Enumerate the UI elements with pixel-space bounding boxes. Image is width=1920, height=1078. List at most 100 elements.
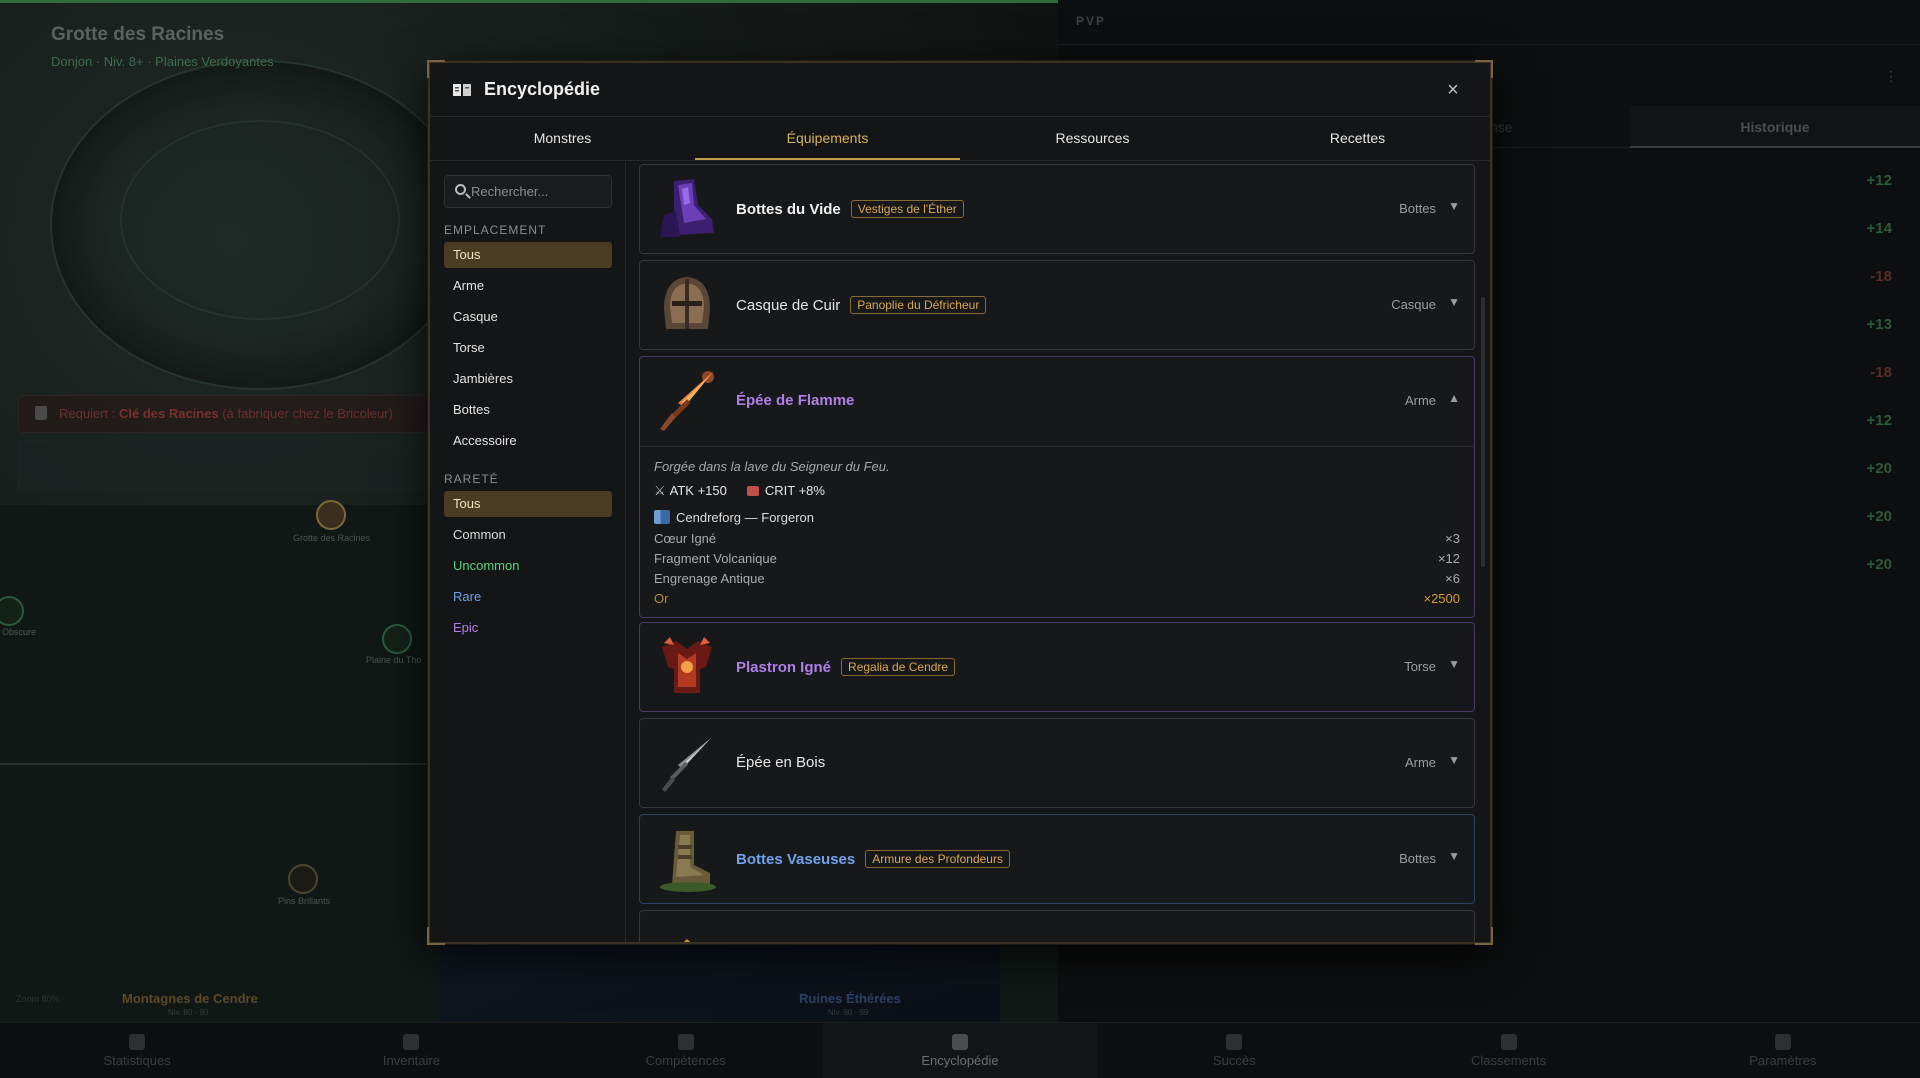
tab-monstres[interactable]: Monstres — [430, 117, 695, 160]
item-name-text: Bottes Vaseuses — [736, 851, 856, 868]
item-card-casque-de-cuir[interactable]: Casque de Cuir Panoplie du Défricheur Cas… — [639, 260, 1475, 350]
rating-change: +14 — [1866, 220, 1892, 237]
filter-rarity-epic[interactable]: Epic — [444, 615, 612, 641]
ranking-icon — [1500, 1033, 1517, 1050]
rating-change: +12 — [1866, 172, 1892, 189]
set-badge: Vestiges de l'Éther — [850, 200, 964, 218]
filter-slot-bottes[interactable]: Bottes — [444, 397, 612, 423]
book-icon — [453, 84, 471, 96]
item-card-header[interactable]: Épée de Flamme Arme ▲ — [640, 357, 1474, 447]
close-icon[interactable]: × — [1438, 75, 1468, 105]
tab-partial[interactable]: nse — [1490, 106, 1513, 148]
location-subtitle: Donjon · Niv. 8+ · Plaines Verdoyantes — [51, 54, 274, 69]
filter-slot-torse[interactable]: Torse — [444, 335, 612, 361]
requirement-suffix: (à fabriquer chez le Bricoleur) — [218, 406, 393, 421]
item-name: Bottes Vaseuses Armure des Profondeurs — [736, 850, 1010, 868]
nav-encyclopedie[interactable]: Encyclopédie — [822, 1023, 1098, 1078]
filter-rarity-rare[interactable]: Rare — [444, 584, 612, 610]
filter-rarity-tous[interactable]: Tous — [444, 491, 612, 517]
leather-helmet-icon — [664, 277, 710, 329]
modal-title: Encyclopédie — [484, 79, 601, 99]
nav-inventaire[interactable]: Inventaire — [274, 1023, 548, 1078]
encyclopedia-modal: Encyclopédie × Monstres Équipements Ress… — [427, 60, 1493, 945]
nav-classements[interactable]: Classements — [1371, 1023, 1645, 1078]
set-badge: Armure des Profondeurs — [865, 850, 1010, 868]
filter-slot-casque[interactable]: Casque — [444, 304, 612, 330]
stats-icon — [129, 1033, 146, 1050]
rating-change: +12 — [1866, 412, 1892, 429]
zone-name-montagnes: Montagnes de Cendre — [122, 991, 258, 1006]
chevron-up-icon[interactable]: ▲ — [1448, 391, 1460, 405]
chevron-down-icon[interactable]: ▼ — [1448, 657, 1460, 671]
map-node-grotte[interactable] — [316, 500, 346, 530]
filter-slot-jambieres[interactable]: Jambières — [444, 366, 612, 392]
filter-slot-tous[interactable]: Tous — [444, 242, 612, 268]
tab-recettes[interactable]: Recettes — [1225, 117, 1490, 160]
zone-sub-montagnes: Niv. 80 - 90 — [168, 1008, 209, 1017]
nav-label: Statistiques — [103, 1052, 171, 1068]
map-label-obscure: Obscure — [2, 627, 37, 637]
material-qty: ×3 — [1445, 531, 1460, 546]
material-row-gold: Or ×2500 — [654, 591, 1460, 606]
filter-slot-arme[interactable]: Arme — [444, 273, 612, 299]
stat-attack: ⚔ ATK +150 — [654, 483, 727, 499]
chevron-down-icon[interactable]: ▼ — [1448, 199, 1460, 213]
tab-equipements[interactable]: Équipements — [695, 117, 960, 160]
item-card-epee-en-bois[interactable]: Épée en Bois Arme ▼ — [639, 718, 1475, 808]
location-title: Grotte des Racines — [51, 24, 225, 45]
nav-succes[interactable]: Succès — [1097, 1023, 1371, 1078]
swords-icon: ⚔ — [654, 483, 666, 498]
map-node-plaine[interactable] — [382, 624, 412, 654]
zoom-level: Zoom 80% — [16, 994, 60, 1004]
filter-slot-accessoire[interactable]: Accessoire — [444, 428, 612, 454]
item-name: Bottes du Vide Vestiges de l'Éther — [736, 200, 964, 218]
crit-icon — [746, 486, 759, 496]
item-name: Épée de Flamme — [736, 392, 855, 409]
map-label-plaine: Plaine du Tho — [366, 655, 422, 665]
nav-label: Paramètres — [1749, 1052, 1817, 1068]
crafting-station: Cendreforg — Forgeron — [654, 510, 814, 525]
chevron-down-icon[interactable]: ▼ — [1448, 753, 1460, 767]
map-node-pins[interactable] — [288, 864, 318, 894]
trophy-icon — [1226, 1033, 1243, 1050]
nav-statistiques[interactable]: Statistiques — [0, 1023, 274, 1078]
item-card-partial[interactable] — [639, 910, 1475, 942]
gear-icon — [1774, 1033, 1791, 1050]
item-name: Casque de Cuir Panoplie du Défricheur — [736, 296, 987, 314]
search-box — [444, 175, 612, 208]
muddy-boots-icon — [660, 831, 716, 892]
filter-rarity-uncommon[interactable]: Uncommon — [444, 553, 612, 579]
map-label-pins: Pins Brillants — [278, 896, 331, 906]
search-input[interactable] — [471, 176, 611, 207]
list-scrollbar[interactable] — [1481, 297, 1485, 567]
requirement-prefix: Requiert : — [59, 406, 119, 421]
filter-sidebar: EMPLACEMENT Tous Arme Casque Torse Jambi… — [430, 162, 626, 942]
tab-historique[interactable]: Historique — [1630, 106, 1920, 148]
set-badge: Regalia de Cendre — [841, 658, 956, 676]
material-name: Or — [654, 591, 669, 606]
more-icon[interactable]: ⋮ — [1884, 68, 1898, 85]
nav-parametres[interactable]: Paramètres — [1646, 1023, 1920, 1078]
zone-sub-ruines: Niv. 90 - 99 — [828, 1008, 869, 1017]
zone-name-ruines: Ruines Éthérées — [799, 991, 901, 1006]
material-name: Fragment Volcanique — [654, 551, 777, 566]
rating-change: -18 — [1870, 364, 1892, 381]
item-type: Arme — [1404, 393, 1436, 408]
item-card-plastron-igne[interactable]: Plastron Igné Regalia de Cendre Torse ▼ — [639, 622, 1475, 712]
skill-icon — [677, 1033, 694, 1050]
encyclopedia-tabs: Monstres Équipements Ressources Recettes — [430, 117, 1490, 161]
filter-rarity-common[interactable]: Common — [444, 522, 612, 548]
tab-ressources[interactable]: Ressources — [960, 117, 1225, 160]
item-type: Casque — [1391, 297, 1436, 312]
nav-label: Succès — [1212, 1052, 1256, 1068]
rating-change: +20 — [1866, 556, 1892, 573]
nav-competences[interactable]: Compétences — [549, 1023, 823, 1078]
flame-sword-icon — [660, 371, 714, 431]
material-name: Engrenage Antique — [654, 571, 765, 586]
item-card-bottes-du-vide[interactable]: Bottes du Vide Vestiges de l'Éther Bottes… — [639, 164, 1475, 254]
equipment-list[interactable]: Bottes du Vide Vestiges de l'Éther Bottes… — [627, 162, 1490, 942]
chevron-down-icon[interactable]: ▼ — [1448, 849, 1460, 863]
item-card-bottes-vaseuses[interactable]: Bottes Vaseuses Armure des Profondeurs Bo… — [639, 814, 1475, 904]
item-card-epee-de-flamme[interactable]: Épée de Flamme Arme ▲ Forgée dans la lav… — [639, 356, 1475, 618]
chevron-down-icon[interactable]: ▼ — [1448, 295, 1460, 309]
